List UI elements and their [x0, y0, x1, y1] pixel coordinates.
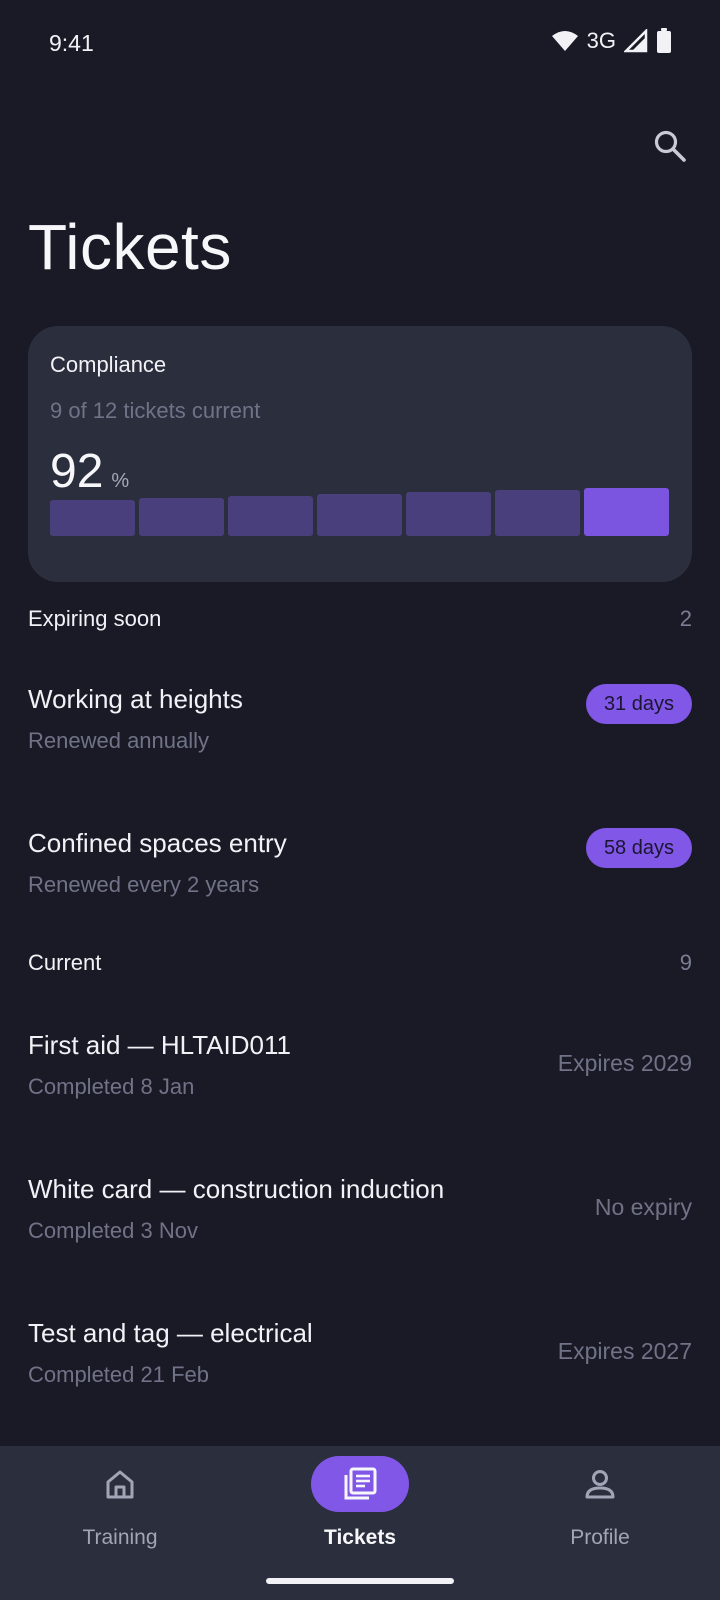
search-icon — [654, 130, 686, 162]
network-type: 3G — [586, 28, 616, 53]
section-count: 2 — [679, 606, 692, 631]
compliance-bar — [584, 488, 669, 536]
section-title: Expiring soon — [28, 606, 162, 631]
section-header-current: Current 9 — [28, 950, 692, 976]
compliance-card[interactable]: Compliance 9 of 12 tickets current 92 % — [28, 326, 692, 582]
search-button[interactable] — [644, 120, 696, 172]
expiry-badge: 58 days — [585, 828, 692, 868]
ticket-expiry: Expires 2027 — [557, 1338, 692, 1364]
status-bar: 9:41 3G — [0, 0, 720, 88]
ticket-title: First aid — HLTAID011 — [28, 1030, 291, 1060]
person-icon — [585, 1470, 615, 1499]
tickets-icon — [344, 1467, 377, 1500]
compliance-title: Compliance — [50, 352, 167, 377]
nav-label: Tickets — [324, 1526, 396, 1549]
section-title: Current — [28, 950, 102, 975]
page-title: Tickets — [28, 211, 232, 283]
ticket-subtitle: Renewed every 2 years — [28, 872, 260, 897]
status-icons: 3G — [551, 28, 672, 54]
tickets-screen: 9:41 3G Tickets Compliance 9 of 12 ticke… — [0, 0, 720, 1600]
compliance-bar — [406, 492, 491, 536]
nav-label: Profile — [570, 1526, 630, 1549]
battery-icon — [657, 28, 671, 53]
ticket-row[interactable]: White card — construction induction Comp… — [28, 1174, 692, 1274]
compliance-bar — [317, 494, 402, 536]
ticket-title: White card — construction induction — [28, 1174, 445, 1204]
expiry-badge: 31 days — [585, 684, 692, 724]
nav-label: Training — [82, 1526, 158, 1549]
nav-icon-container — [551, 1456, 649, 1512]
ticket-title: Working at heights — [28, 684, 243, 714]
ticket-title: Test and tag — electrical — [28, 1318, 313, 1348]
compliance-bar — [495, 490, 580, 536]
wifi-icon — [551, 31, 578, 51]
ticket-row[interactable]: Confined spaces entry Renewed every 2 ye… — [28, 828, 692, 928]
home-icon — [106, 1470, 134, 1499]
home-indicator[interactable] — [266, 1578, 454, 1584]
ticket-row[interactable]: Working at heights Renewed annually 31 d… — [28, 684, 692, 784]
ticket-title: Confined spaces entry — [28, 828, 287, 858]
section-count: 9 — [679, 950, 692, 975]
ticket-row[interactable]: Test and tag — electrical Completed 21 F… — [28, 1318, 692, 1418]
nav-item-profile[interactable]: Profile — [500, 1446, 700, 1600]
compliance-bar — [139, 498, 224, 536]
compliance-subtitle: 9 of 12 tickets current — [50, 398, 261, 423]
ticket-subtitle: Completed 8 Jan — [28, 1074, 195, 1099]
status-time: 9:41 — [49, 30, 94, 56]
nav-item-tickets[interactable]: Tickets — [260, 1446, 460, 1600]
compliance-bar — [228, 496, 313, 536]
ticket-expiry: Expires 2029 — [557, 1050, 692, 1076]
nav-icon-container — [71, 1456, 169, 1512]
ticket-subtitle: Completed 3 Nov — [28, 1218, 198, 1243]
nav-icon-container — [311, 1456, 409, 1512]
signal-icon — [624, 29, 648, 53]
section-header-expiring: Expiring soon 2 — [28, 606, 692, 632]
bottom-nav: Training Tickets Profile — [0, 1446, 720, 1600]
compliance-bar — [50, 500, 135, 536]
ticket-row[interactable]: First aid — HLTAID011 Completed 8 Jan Ex… — [28, 1030, 692, 1130]
ticket-expiry: No expiry — [594, 1194, 692, 1220]
ticket-subtitle: Completed 21 Feb — [28, 1362, 209, 1387]
nav-item-training[interactable]: Training — [20, 1446, 220, 1600]
ticket-subtitle: Renewed annually — [28, 728, 210, 753]
compliance-bar-chart — [50, 488, 671, 536]
